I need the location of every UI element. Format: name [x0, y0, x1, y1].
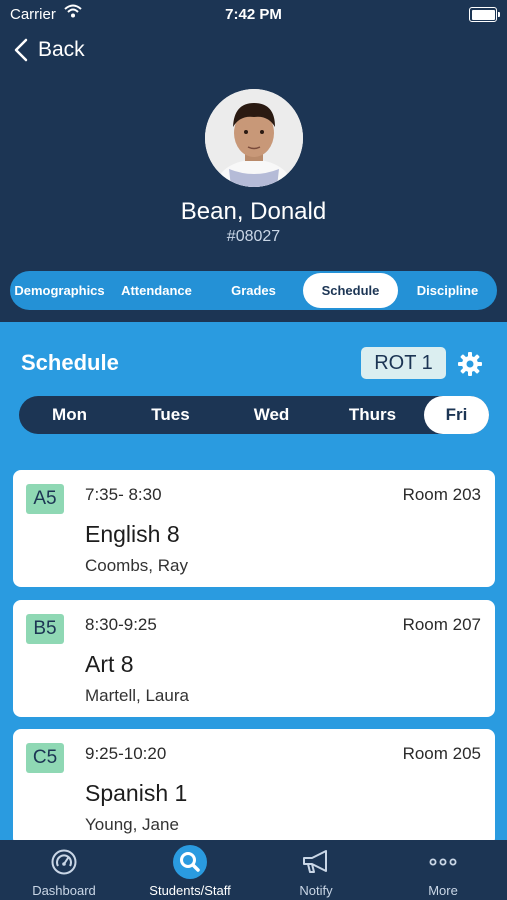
course-name: Spanish 1: [85, 780, 188, 806]
student-id: #08027: [226, 228, 281, 245]
day-tues[interactable]: Tues: [120, 396, 221, 434]
section-tabs: Demographics Attendance Grades Schedule …: [10, 271, 497, 310]
schedule-title: Schedule: [21, 350, 119, 375]
status-bar: Carrier 7:42 PM: [0, 0, 507, 30]
teacher-name: Martell, Laura: [85, 686, 189, 705]
back-label: Back: [38, 38, 85, 61]
block-badge: C5: [26, 743, 64, 773]
student-name: Bean, Donald: [180, 198, 327, 225]
bottom-nav: Dashboard Students/Staff Notify More: [0, 840, 507, 900]
block-badge: B5: [26, 614, 64, 644]
class-room: Room 207: [402, 615, 481, 634]
back-button[interactable]: Back: [14, 38, 85, 62]
course-name: English 8: [85, 521, 180, 547]
class-card[interactable]: A5 7:35- 8:30 Room 203 English 8 Coombs,…: [13, 470, 495, 587]
dashboard-icon: [51, 849, 77, 875]
day-mon[interactable]: Mon: [19, 396, 120, 434]
nav-label: More: [428, 883, 458, 898]
nav-label: Notify: [299, 883, 333, 898]
class-room: Room 205: [402, 744, 481, 763]
tab-grades[interactable]: Grades: [206, 273, 301, 308]
day-selector: Mon Tues Wed Thurs Fri: [19, 396, 489, 434]
day-fri[interactable]: Fri: [424, 396, 489, 434]
class-room: Room 203: [402, 485, 481, 504]
nav-label: Dashboard: [32, 883, 96, 898]
battery-icon: [469, 7, 500, 22]
class-time: 7:35- 8:30: [85, 485, 162, 504]
nav-label: Students/Staff: [149, 883, 231, 898]
search-icon: [173, 845, 207, 879]
rotation-badge[interactable]: ROT 1: [361, 347, 446, 379]
profile-header: Carrier 7:42 PM Back Bean, Donald #08027…: [0, 0, 507, 322]
course-name: Art 8: [85, 651, 134, 677]
class-card[interactable]: C5 9:25-10:20 Room 205 Spanish 1 Young, …: [13, 729, 495, 840]
schedule-panel: Schedule ROT 1 Mon Tues Wed Thurs Fri A5…: [0, 322, 507, 840]
nav-dashboard[interactable]: Dashboard: [1, 840, 127, 900]
tab-demographics[interactable]: Demographics: [12, 273, 107, 308]
nav-more[interactable]: More: [380, 840, 506, 900]
class-time: 8:30-9:25: [85, 615, 157, 634]
tab-discipline[interactable]: Discipline: [400, 273, 495, 308]
more-icon: [429, 858, 457, 866]
day-thurs[interactable]: Thurs: [322, 396, 423, 434]
gear-icon[interactable]: [457, 351, 483, 377]
day-wed[interactable]: Wed: [221, 396, 322, 434]
clock: 7:42 PM: [225, 6, 282, 23]
tab-schedule[interactable]: Schedule: [303, 273, 398, 308]
class-time: 9:25-10:20: [85, 744, 167, 763]
tab-attendance[interactable]: Attendance: [109, 273, 204, 308]
block-badge: A5: [26, 484, 64, 514]
student-avatar: [205, 89, 303, 187]
teacher-name: Coombs, Ray: [85, 556, 188, 575]
chevron-left-icon: [14, 38, 28, 62]
class-card[interactable]: B5 8:30-9:25 Room 207 Art 8 Martell, Lau…: [13, 600, 495, 717]
nav-notify[interactable]: Notify: [253, 840, 379, 900]
nav-students-staff[interactable]: Students/Staff: [127, 840, 253, 900]
teacher-name: Young, Jane: [85, 815, 179, 834]
megaphone-icon: [303, 850, 327, 873]
